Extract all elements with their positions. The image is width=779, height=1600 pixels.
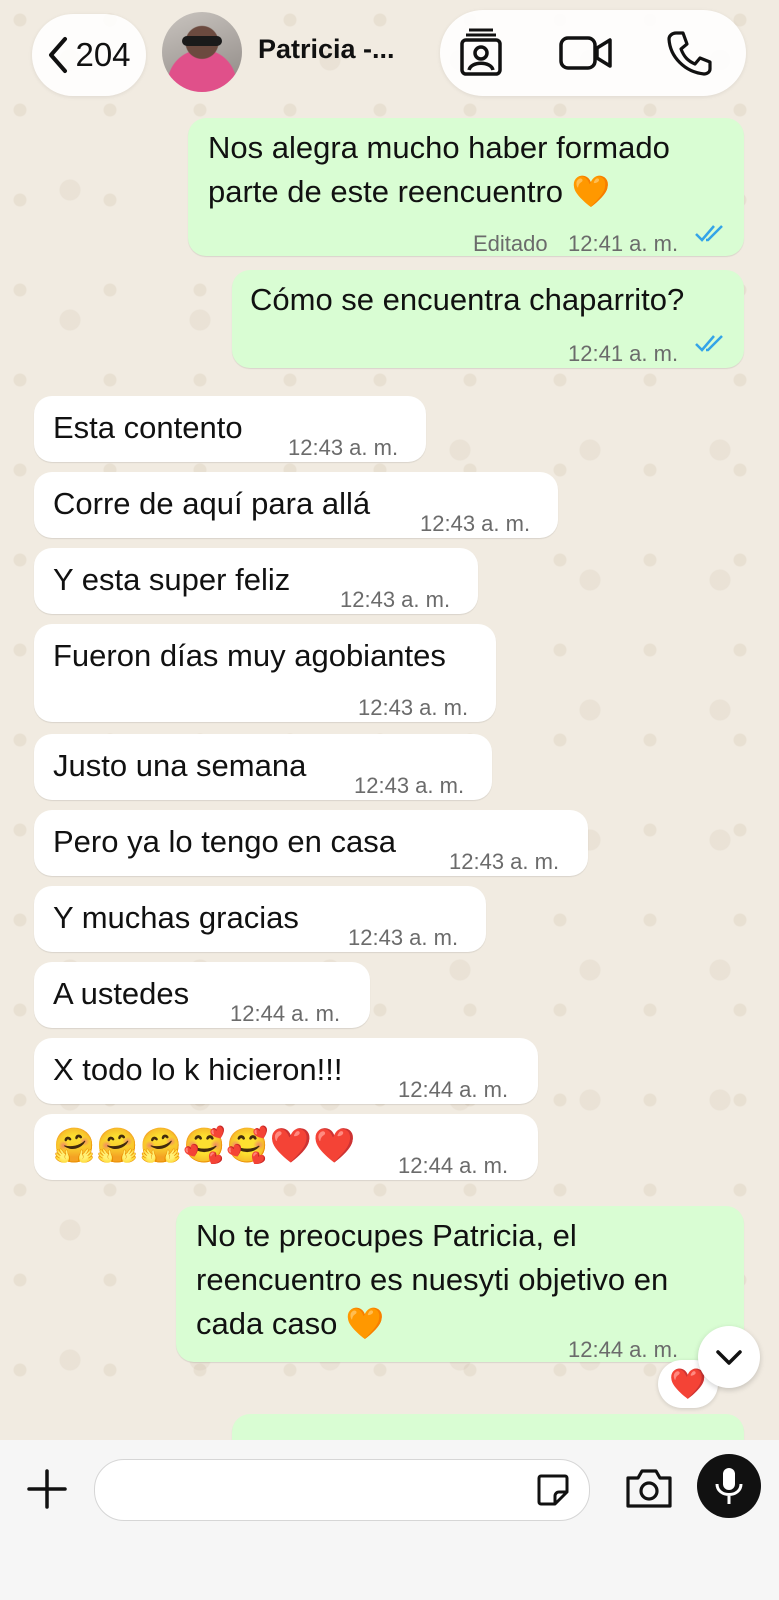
message-time: 12:44 a. m. [398,1153,509,1178]
message-bubble-incoming[interactable]: Y muchas gracias 12:43 a. m. [34,886,486,952]
chevron-left-icon [49,37,68,73]
back-button[interactable]: 204 [32,14,146,96]
microphone-icon [715,1468,743,1504]
message-time: 12:43 a. m. [288,435,399,460]
message-bubble-incoming[interactable]: Pero ya lo tengo en casa 12:43 a. m. [34,810,588,876]
message-text: reencuentro es nuesyti objetivo en [196,1262,669,1297]
message-text: Pero ya lo tengo en casa [53,824,396,859]
message-bubble-outgoing[interactable]: Cómo se encuentra chaparrito? 12:41 a. m… [232,270,744,368]
message-text: X todo lo k hicieron!!! [53,1052,343,1087]
message-time: 12:43 a. m. [340,587,451,612]
call-actions [440,10,746,96]
message-time: 12:44 a. m. [398,1077,509,1102]
message-bubble-incoming[interactable]: A ustedes 12:44 a. m. [34,962,370,1028]
message-bubble-incoming[interactable]: X todo lo k hicieron!!! 12:44 a. m. [34,1038,538,1104]
message-text: Y muchas gracias [53,900,299,935]
message-time: 12:43 a. m. [449,849,560,874]
phone-icon[interactable] [664,28,714,78]
message-text: Justo una semana [53,748,307,783]
message-text: Fueron días muy agobiantes [53,638,446,673]
unread-count: 204 [75,36,131,73]
message-text: Corre de aquí para allá [53,486,371,521]
message-text: parte de este reencuentro 🧡 [208,174,611,209]
message-bubble-incoming[interactable]: Justo una semana 12:43 a. m. [34,734,492,800]
message-text: No te preocupes Patricia, el [196,1218,577,1253]
message-bubble-incoming[interactable]: Corre de aquí para allá 12:43 a. m. [34,472,558,538]
message-time: 12:41 a. m. [568,231,679,256]
message-text: Cómo se encuentra chaparrito? [250,282,685,317]
video-camera-icon[interactable] [558,28,614,78]
plus-icon[interactable] [26,1468,68,1510]
message-bubble-incoming[interactable]: Esta contento 12:43 a. m. [34,396,426,462]
scroll-to-bottom-button[interactable] [698,1326,760,1388]
message-bubble-incoming[interactable]: Fueron días muy agobiantes 12:43 a. m. [34,624,496,722]
message-text: Esta contento [53,410,243,445]
message-text: cada caso 🧡 [196,1306,385,1341]
message-time: 12:43 a. m. [420,511,531,536]
contact-name[interactable]: Patricia -... [258,34,395,65]
message-time: 12:41 a. m. [568,341,679,366]
message-time: 12:43 a. m. [348,925,459,950]
message-text: A ustedes [53,976,190,1011]
message-bubble-incoming[interactable]: Y esta super feliz 12:43 a. m. [34,548,478,614]
message-text: Y esta super feliz [53,562,291,597]
avatar[interactable] [162,12,242,92]
message-text: Nos alegra mucho haber formado [208,130,670,165]
message-time: 12:43 a. m. [358,695,469,720]
camera-icon[interactable] [624,1466,674,1510]
message-time: 12:43 a. m. [354,773,465,798]
double-check-icon [695,335,723,352]
chat-header: 204 Patricia -... [0,0,779,110]
microphone-button[interactable] [697,1454,761,1518]
message-time: 12:44 a. m. [568,1337,679,1362]
sticker-icon[interactable] [535,1472,571,1508]
edited-label: Editado [473,231,548,256]
message-emoji: 🤗🤗🤗🥰🥰❤️❤️ [53,1127,357,1165]
message-time: 12:44 a. m. [230,1001,341,1026]
message-bubble-incoming[interactable]: 🤗🤗🤗🥰🥰❤️❤️ 12:44 a. m. [34,1114,538,1180]
contact-card-icon[interactable] [456,28,506,78]
message-composer [0,1440,779,1600]
chevron-down-icon [716,1350,742,1365]
double-check-icon [695,225,723,242]
message-bubble-outgoing[interactable]: Nos alegra mucho haber formado parte de … [188,118,744,256]
message-bubble-outgoing[interactable]: No te preocupes Patricia, el reencuentro… [176,1206,744,1362]
message-input[interactable] [94,1459,590,1521]
